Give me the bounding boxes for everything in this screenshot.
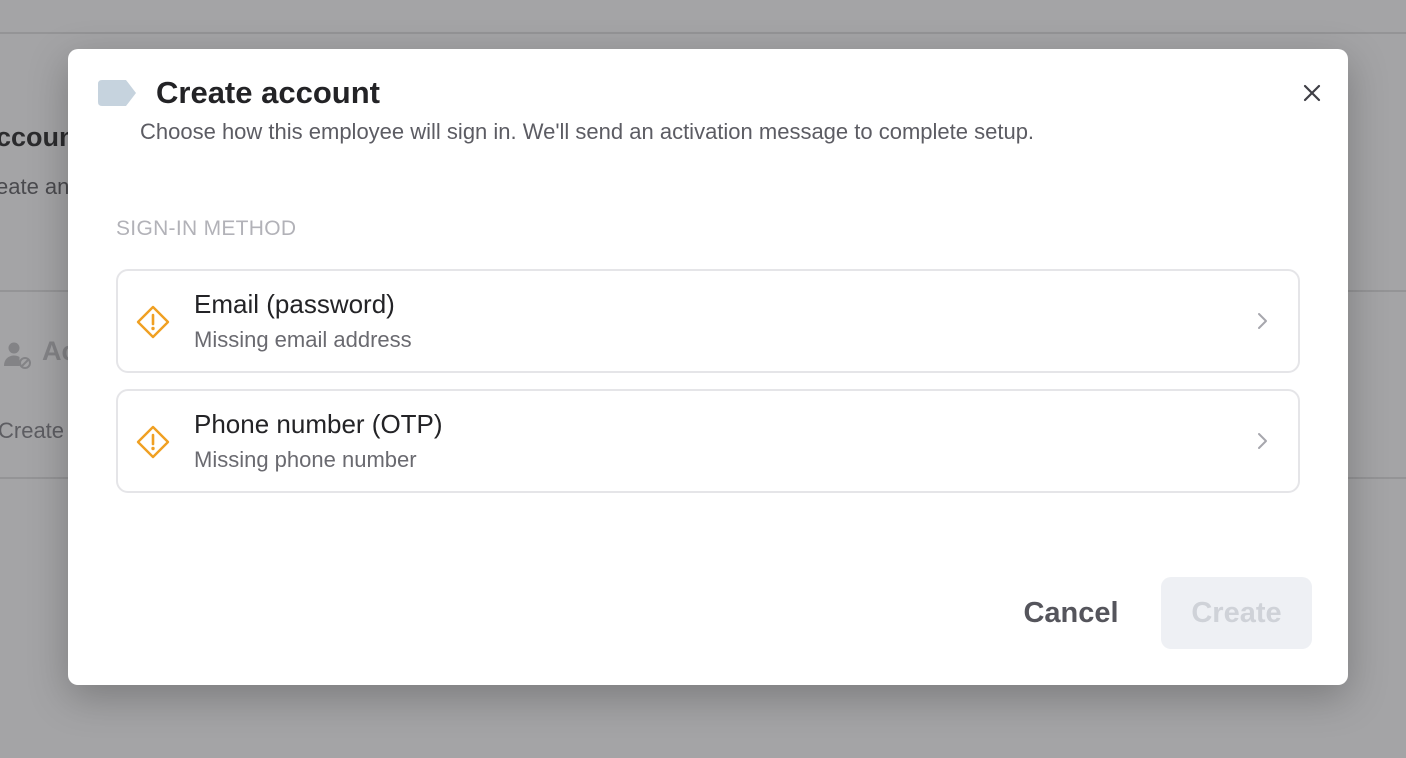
method-title: Phone number (OTP) [194, 409, 443, 439]
method-title: Email (password) [194, 289, 395, 319]
close-button[interactable] [1298, 79, 1326, 107]
background-create-text: Create [0, 418, 65, 443]
section-label: SIGN-IN METHOD [116, 217, 297, 240]
method-status: Missing email address [194, 327, 412, 352]
chevron-right-icon [1258, 313, 1267, 329]
tag-icon [98, 80, 136, 106]
cancel-button[interactable]: Cancel [1006, 577, 1136, 649]
user-block-icon [4, 342, 31, 369]
create-account-dialog: Create account Choose how this employee … [68, 49, 1348, 685]
close-icon [1303, 84, 1321, 102]
create-button[interactable]: Create [1161, 577, 1312, 649]
warning-diamond-icon [136, 305, 170, 339]
method-status: Missing phone number [194, 447, 417, 472]
sign-in-method-phone[interactable]: Phone number (OTP) Missing phone number [116, 389, 1300, 493]
chevron-right-icon [1258, 433, 1267, 449]
background-subtitle: eate an [0, 174, 70, 199]
warning-diamond-icon [136, 425, 170, 459]
dialog-description: Choose how this employee will sign in. W… [140, 119, 1035, 144]
background-title: ccoun [0, 122, 76, 152]
divider [0, 32, 1406, 34]
dialog-title: Create account [156, 75, 380, 110]
sign-in-method-email[interactable]: Email (password) Missing email address [116, 269, 1300, 373]
